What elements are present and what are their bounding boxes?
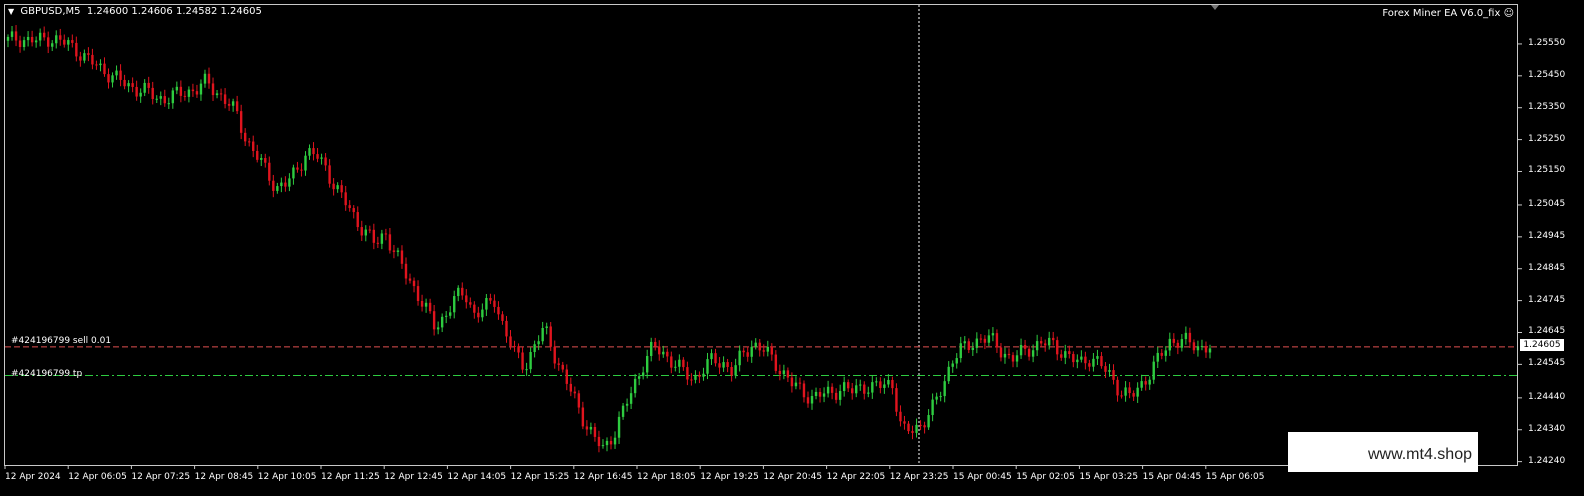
time-tick-label: 12 Apr 19:25 bbox=[700, 472, 759, 482]
price-tick-label: 1.24745 bbox=[1528, 294, 1566, 305]
watermark[interactable]: www.mt4.shop bbox=[1288, 432, 1478, 472]
time-tick-label: 12 Apr 15:25 bbox=[510, 472, 570, 482]
time-tick-label: 15 Apr 03:25 bbox=[1079, 472, 1139, 482]
price-tick-label: 1.25550 bbox=[1528, 37, 1566, 48]
time-tick-label: 12 Apr 23:25 bbox=[889, 472, 949, 482]
price-tick-label: 1.24240 bbox=[1528, 455, 1566, 466]
time-tick-label: 15 Apr 06:05 bbox=[1205, 472, 1265, 482]
time-tick-label: 12 Apr 22:05 bbox=[826, 472, 886, 482]
price-tick-label: 1.24340 bbox=[1528, 423, 1566, 434]
order-sell-label[interactable]: #424196799 sell 0.01 bbox=[11, 336, 111, 346]
chart-window[interactable]: ▼ GBPUSD,M5 1.24600 1.24606 1.24582 1.24… bbox=[0, 0, 1584, 496]
expert-advisor-label[interactable]: Forex Miner EA V6.0_fix ☺ bbox=[1382, 8, 1514, 19]
time-tick-label: 12 Apr 11:25 bbox=[321, 472, 380, 482]
price-tick-label: 1.24440 bbox=[1528, 391, 1566, 402]
time-tick-label: 12 Apr 18:05 bbox=[637, 472, 696, 482]
price-tick-label: 1.25150 bbox=[1528, 165, 1566, 176]
order-tp-label[interactable]: #424196799 tp bbox=[11, 369, 82, 379]
time-tick-label: 12 Apr 10:05 bbox=[257, 472, 317, 482]
time-tick-label: 15 Apr 02:05 bbox=[1016, 472, 1075, 482]
time-tick-label: 12 Apr 20:45 bbox=[763, 472, 823, 482]
time-tick-label: 12 Apr 07:25 bbox=[131, 472, 191, 482]
time-tick-label: 12 Apr 06:05 bbox=[68, 472, 127, 482]
chart-frame bbox=[4, 4, 1518, 466]
ea-name: Forex Miner EA V6.0_fix bbox=[1382, 8, 1501, 19]
ohlc-values: 1.24600 1.24606 1.24582 1.24605 bbox=[86, 6, 262, 17]
smiley-icon: ☺ bbox=[1503, 8, 1514, 19]
symbol-header[interactable]: ▼ GBPUSD,M5 1.24600 1.24606 1.24582 1.24… bbox=[8, 6, 262, 17]
time-tick-label: 12 Apr 08:45 bbox=[194, 472, 254, 482]
time-tick-label: 12 Apr 14:05 bbox=[447, 472, 507, 482]
symbol-timeframe: GBPUSD,M5 bbox=[20, 6, 81, 17]
dropdown-triangle-icon[interactable]: ▼ bbox=[8, 7, 14, 16]
time-tick-label: 15 Apr 04:45 bbox=[1142, 472, 1202, 482]
price-tick-label: 1.25350 bbox=[1528, 101, 1566, 112]
price-tick-label: 1.24645 bbox=[1528, 326, 1566, 337]
price-tick-label: 1.25045 bbox=[1528, 198, 1566, 209]
time-tick-label: 12 Apr 12:45 bbox=[384, 472, 443, 482]
time-tick-label: 15 Apr 00:45 bbox=[953, 472, 1012, 482]
price-tick-label: 1.25450 bbox=[1528, 69, 1566, 80]
current-price-marker: 1.24605 bbox=[1520, 339, 1564, 351]
price-tick-label: 1.24945 bbox=[1528, 230, 1566, 241]
price-tick-label: 1.24545 bbox=[1528, 358, 1566, 369]
price-tick-label: 1.25250 bbox=[1528, 133, 1566, 144]
time-tick-label: 12 Apr 2024 bbox=[5, 472, 61, 482]
time-tick-label: 12 Apr 16:45 bbox=[573, 472, 633, 482]
price-tick-label: 1.24845 bbox=[1528, 262, 1566, 273]
